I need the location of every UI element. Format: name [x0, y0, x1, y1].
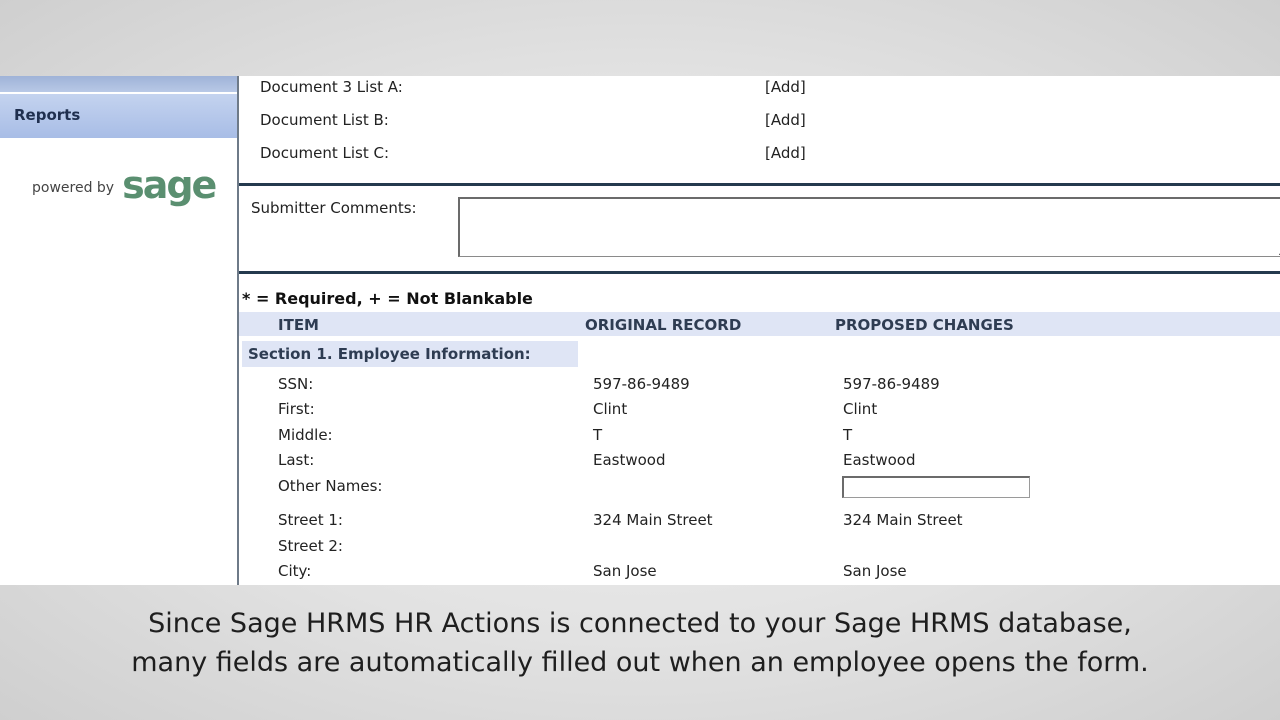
column-header-original: ORIGINAL RECORD — [585, 316, 742, 334]
field-label-last: Last: — [278, 451, 315, 469]
field-label-city: City: — [278, 562, 312, 580]
video-caption: Since Sage HRMS HR Actions is connected … — [0, 604, 1280, 682]
document-list-b-add-link[interactable]: [Add] — [765, 111, 806, 129]
field-label-other-names: Other Names: — [278, 477, 383, 495]
field-proposed-ssn: 597-86-9489 — [843, 375, 940, 393]
document-list-b-label: Document List B: — [260, 111, 389, 129]
field-proposed-middle: T — [843, 426, 853, 444]
caption-line-2: many fields are automatically filled out… — [131, 647, 1149, 678]
field-original-last: Eastwood — [593, 451, 666, 469]
document-list-c-add-link[interactable]: [Add] — [765, 144, 806, 162]
section-divider — [239, 183, 1280, 186]
field-proposed-city: San Jose — [843, 562, 907, 580]
powered-by-text: powered by — [32, 180, 115, 196]
app-window: Reports powered by sage Document 3 List … — [0, 76, 1280, 585]
field-proposed-last: Eastwood — [843, 451, 916, 469]
sidebar-item-reports[interactable]: Reports — [0, 94, 237, 138]
sidebar-item-label: Reports — [14, 106, 81, 124]
field-label-first: First: — [278, 400, 315, 418]
section-divider — [239, 271, 1280, 274]
field-proposed-street-1: 324 Main Street — [843, 511, 963, 529]
required-legend: * = Required, + = Not Blankable — [242, 289, 533, 308]
field-proposed-first: Clint — [843, 400, 878, 418]
field-original-middle: T — [593, 426, 603, 444]
document-list-c-label: Document List C: — [260, 144, 389, 162]
field-original-street-1: 324 Main Street — [593, 511, 713, 529]
caption-line-1: Since Sage HRMS HR Actions is connected … — [148, 608, 1132, 639]
submitter-comments-label: Submitter Comments: — [251, 199, 417, 217]
submitter-comments-input[interactable] — [458, 197, 1280, 257]
field-label-street-2: Street 2: — [278, 537, 343, 555]
field-original-city: San Jose — [593, 562, 657, 580]
form-content: Document 3 List A: [Add] Document List B… — [239, 76, 1280, 585]
field-label-middle: Middle: — [278, 426, 333, 444]
column-header-item: ITEM — [278, 316, 319, 334]
sidebar: Reports powered by sage — [0, 76, 239, 585]
column-header-proposed: PROPOSED CHANGES — [835, 316, 1014, 334]
section-title: Section 1. Employee Information: — [242, 341, 578, 367]
document-list-a-label: Document 3 List A: — [260, 78, 403, 96]
field-original-ssn: 597-86-9489 — [593, 375, 690, 393]
sidebar-item-previous[interactable] — [0, 76, 237, 92]
field-label-ssn: SSN: — [278, 375, 314, 393]
other-names-input[interactable] — [842, 476, 1030, 498]
field-original-first: Clint — [593, 400, 628, 418]
field-label-street-1: Street 1: — [278, 511, 343, 529]
sage-logo: sage — [122, 163, 217, 207]
powered-by-logo: powered by sage — [32, 163, 217, 207]
column-header-row: ITEM ORIGINAL RECORD PROPOSED CHANGES — [239, 312, 1280, 336]
document-list-a-add-link[interactable]: [Add] — [765, 78, 806, 96]
